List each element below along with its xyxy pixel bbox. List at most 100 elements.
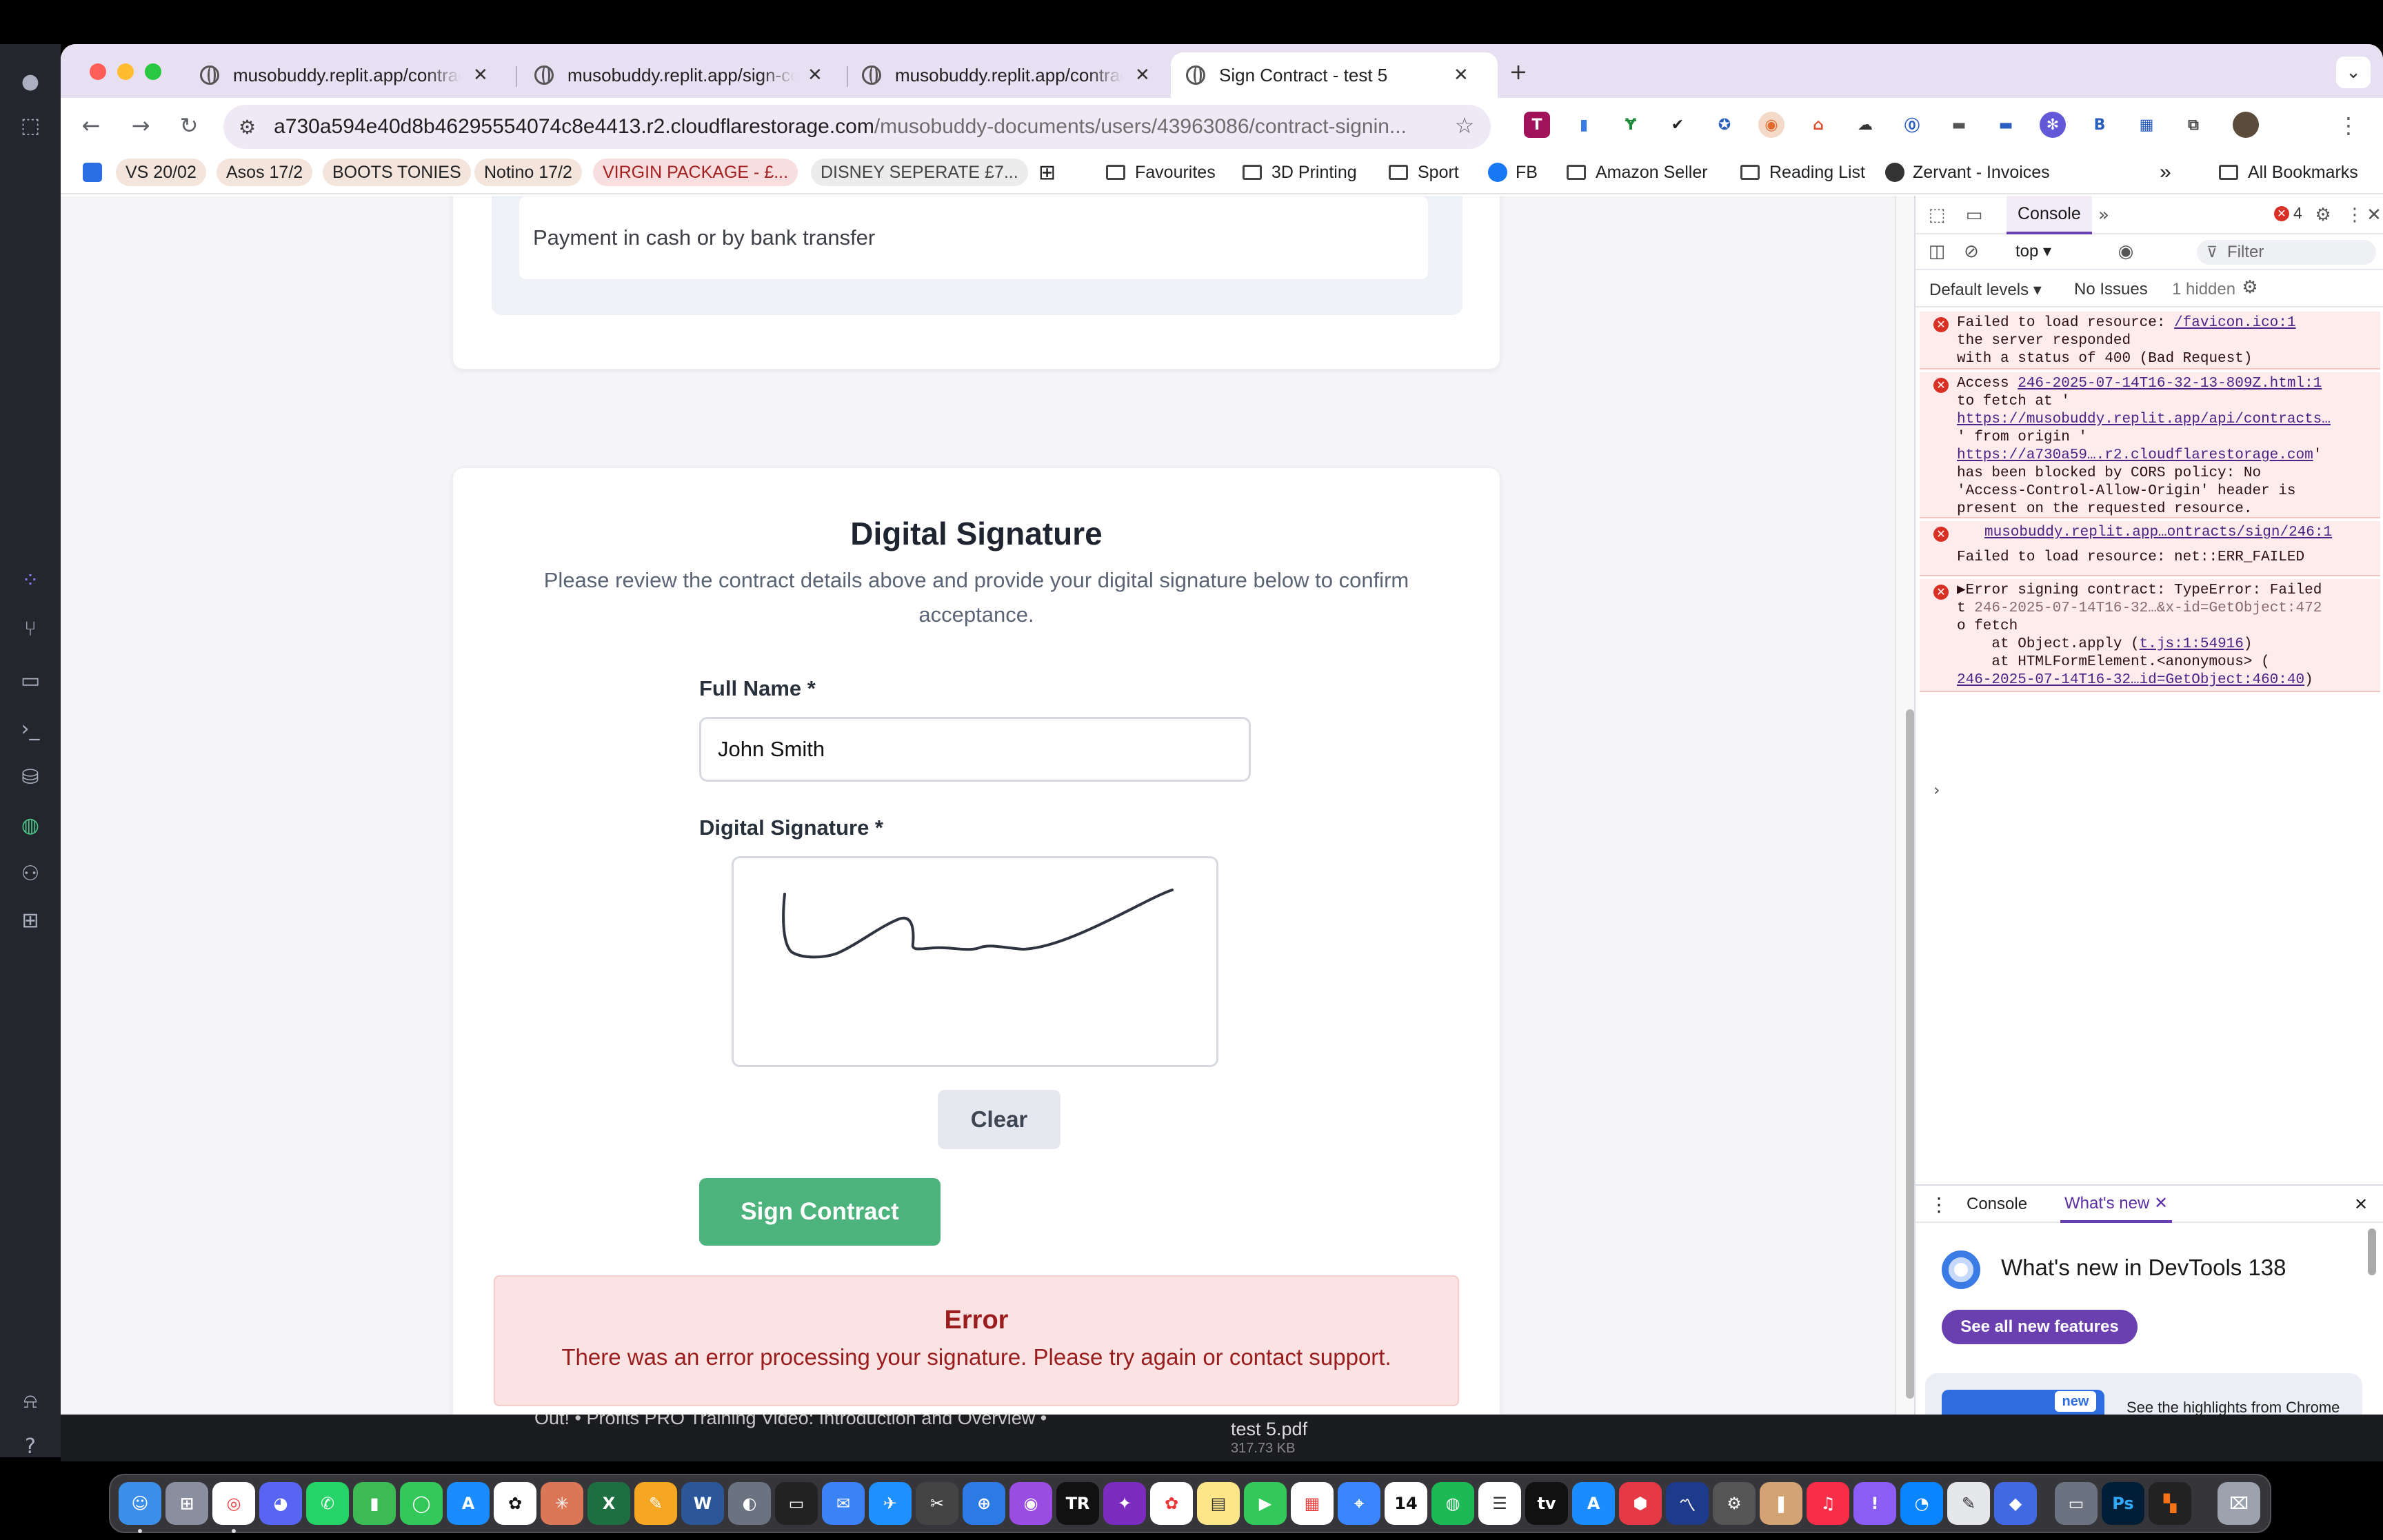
gear-extension-icon[interactable]: ✻ (2040, 112, 2066, 138)
home-extension-icon[interactable]: ⌂ (1805, 112, 1831, 138)
bookmark-square-icon[interactable] (83, 163, 102, 182)
back-arrow-icon[interactable]: ← (76, 110, 106, 141)
trello-extension-icon[interactable]: T (1524, 112, 1550, 138)
context-selector[interactable]: top ▾ (2015, 241, 2051, 261)
close-icon[interactable]: ✕ (2354, 1186, 2368, 1223)
photos-icon[interactable]: ✿ (1150, 1482, 1193, 1525)
joystick-extension-icon[interactable]: ✪ (1711, 112, 1738, 138)
browser-tab-active[interactable]: Sign Contract - test 5 ✕ (1171, 52, 1498, 98)
circle-icon[interactable]: ● (18, 69, 43, 94)
whatsapp-icon[interactable]: ✆ (306, 1482, 349, 1525)
chevron-down-icon[interactable]: ⌄ (2336, 57, 2371, 88)
plus-icon[interactable]: + (1503, 57, 1534, 87)
bookmark-folder-favourites[interactable]: Favourites (1096, 159, 1225, 186)
menu-kebab-icon[interactable]: ⋮ (2333, 110, 2364, 141)
levels-dropdown[interactable]: Default levels ▾ (1929, 280, 2042, 300)
mail-icon[interactable]: ✉ (822, 1482, 865, 1525)
spotify-icon[interactable]: ◍ (1431, 1482, 1474, 1525)
script-editor-icon[interactable]: ✎ (1947, 1482, 1990, 1525)
screen-sharing-icon[interactable]: ▭ (2055, 1482, 2098, 1525)
device-toolbar-icon[interactable]: ▭ (1962, 203, 1986, 227)
filter-input[interactable]: ⊽ Filter (2197, 240, 2376, 265)
globe-icon[interactable]: ◍ (18, 813, 43, 838)
log-link[interactable]: https://a730a59….r2.cloudflarestorage.co… (1957, 447, 2313, 463)
close-window-button[interactable] (90, 63, 106, 80)
freeform-icon[interactable]: ▦ (1291, 1482, 1334, 1525)
messenger-icon[interactable]: ◔ (1900, 1482, 1943, 1525)
select-icon[interactable]: ⬚ (18, 113, 43, 138)
close-icon[interactable]: ✕ (1454, 65, 1469, 85)
messages-icon[interactable]: ◯ (400, 1482, 443, 1525)
browser-tab[interactable]: musobuddy.replit.app/contracts ✕ (847, 52, 1205, 98)
maps-icon[interactable]: ⌖ (1338, 1482, 1380, 1525)
check-extension-icon[interactable]: ✔ (1665, 112, 1691, 138)
bookmark-folder-reading-list[interactable]: Reading List (1731, 159, 1875, 186)
books-icon[interactable]: ❚ (1760, 1482, 1802, 1525)
zoom-window-button[interactable] (145, 63, 161, 80)
b-extension-icon[interactable]: B (2087, 112, 2113, 138)
excel-icon[interactable]: X (587, 1482, 630, 1525)
music-icon[interactable]: ♫ (1807, 1482, 1849, 1525)
app-store-icon[interactable]: A (1572, 1482, 1615, 1525)
puzzle-icon[interactable]: ⧉ (2180, 112, 2206, 138)
bookmark-folder-sport[interactable]: Sport (1379, 159, 1469, 186)
podcasts-icon[interactable]: ◉ (1009, 1482, 1052, 1525)
system-settings-icon[interactable]: ⚙ (1713, 1482, 1756, 1525)
bookmark-item[interactable]: Asos 17/2 (217, 159, 313, 186)
log-source[interactable]: 246-2025-07-14T16-32…&x-id=GetObject:472 (1974, 600, 2322, 616)
proxyman-icon[interactable]: ◆ (1994, 1482, 2037, 1525)
discord-icon[interactable]: ◕ (259, 1482, 302, 1525)
page-scroll-thumb[interactable] (1906, 709, 1914, 1399)
bookmark-item[interactable]: Notino 17/2 (474, 159, 582, 186)
chrome-icon[interactable]: ◎ (212, 1482, 255, 1525)
apps-icon[interactable]: ⊞ (18, 908, 43, 933)
gear-icon[interactable]: ⚙ (2311, 203, 2335, 227)
app-store-icon[interactable]: A (447, 1482, 490, 1525)
more-tabs-icon[interactable]: » (2092, 203, 2115, 227)
bookmark-item[interactable]: VIRGIN PACKAGE - £... (593, 159, 798, 186)
reminders-icon[interactable]: ☰ (1478, 1482, 1521, 1525)
kebab-menu-icon[interactable]: ⋮ (1929, 1186, 1949, 1223)
feedback-icon[interactable]: ! (1853, 1482, 1896, 1525)
apple-tv-icon[interactable]: tv (1525, 1482, 1568, 1525)
password-extension-icon[interactable]: ⓪ (1899, 112, 1925, 138)
sidebar-toggle-icon[interactable]: ◫ (1925, 240, 1949, 263)
final-cut-icon[interactable]: ✂ (916, 1482, 958, 1525)
bookmark-item[interactable]: VS 20/02 (116, 159, 206, 186)
folder-blue-extension-icon[interactable]: ▬ (1993, 112, 2019, 138)
cloud-download-icon[interactable]: ☁ (1852, 112, 1878, 138)
tr-icon[interactable]: TR (1056, 1482, 1099, 1525)
eye-icon[interactable]: ◉ (2114, 240, 2138, 263)
notes-icon[interactable]: ▤ (1197, 1482, 1240, 1525)
analytics-extension-icon[interactable]: ▮ (1571, 112, 1597, 138)
reload-icon[interactable]: ↻ (174, 110, 204, 141)
log-link[interactable]: t.js:1:54916 (2140, 636, 2244, 652)
tab-console[interactable]: Console (2007, 196, 2092, 234)
log-link[interactable]: 246-2025-07-14T16-32-13-809Z.html:1 (2018, 376, 2322, 392)
word-icon[interactable]: W (681, 1482, 724, 1525)
error-count-badge[interactable]: ✕ 4 (2274, 204, 2302, 223)
forward-arrow-icon[interactable]: → (125, 110, 156, 141)
more-bookmarks-button[interactable]: » (2150, 159, 2181, 186)
gear-icon[interactable]: ⚙ (2238, 276, 2262, 299)
star-icon[interactable]: ☆ (1449, 110, 1480, 141)
close-icon[interactable]: ✕ (807, 65, 823, 85)
circle-extension-icon[interactable]: ◉ (1758, 112, 1784, 138)
bookmark-zervant[interactable]: Zervant - Invoices (1876, 159, 2060, 186)
site-info-icon[interactable]: ⚙ (239, 116, 256, 139)
monitor-icon[interactable]: ▭ (18, 668, 43, 693)
pages-icon[interactable]: ✎ (634, 1482, 677, 1525)
avatar[interactable] (2233, 112, 2259, 138)
claude-icon[interactable]: ✳ (541, 1482, 583, 1525)
clear-console-icon[interactable]: ⊘ (1960, 240, 1983, 263)
address-bar[interactable]: ⚙ a730a594e40d8b46295554074c8e4413.r2.cl… (223, 105, 1491, 149)
log-link[interactable]: 246-2025-07-14T16-32…id=GetObject:460:40 (1957, 672, 2304, 688)
console-prompt[interactable]: › (1933, 780, 1940, 800)
issues-count[interactable]: No Issues (2074, 280, 2148, 299)
photoshop-icon[interactable]: Ps (2102, 1482, 2144, 1525)
trash-icon[interactable]: ⌧ (2218, 1482, 2260, 1525)
drawer-tab-console[interactable]: Console (1967, 1186, 2027, 1223)
browser-tab[interactable]: musobuddy.replit.app/contracts ✕ (185, 52, 571, 98)
drawer-scroll-thumb[interactable] (2368, 1228, 2376, 1275)
hexagon-app-icon[interactable]: ⬢ (1619, 1482, 1662, 1525)
